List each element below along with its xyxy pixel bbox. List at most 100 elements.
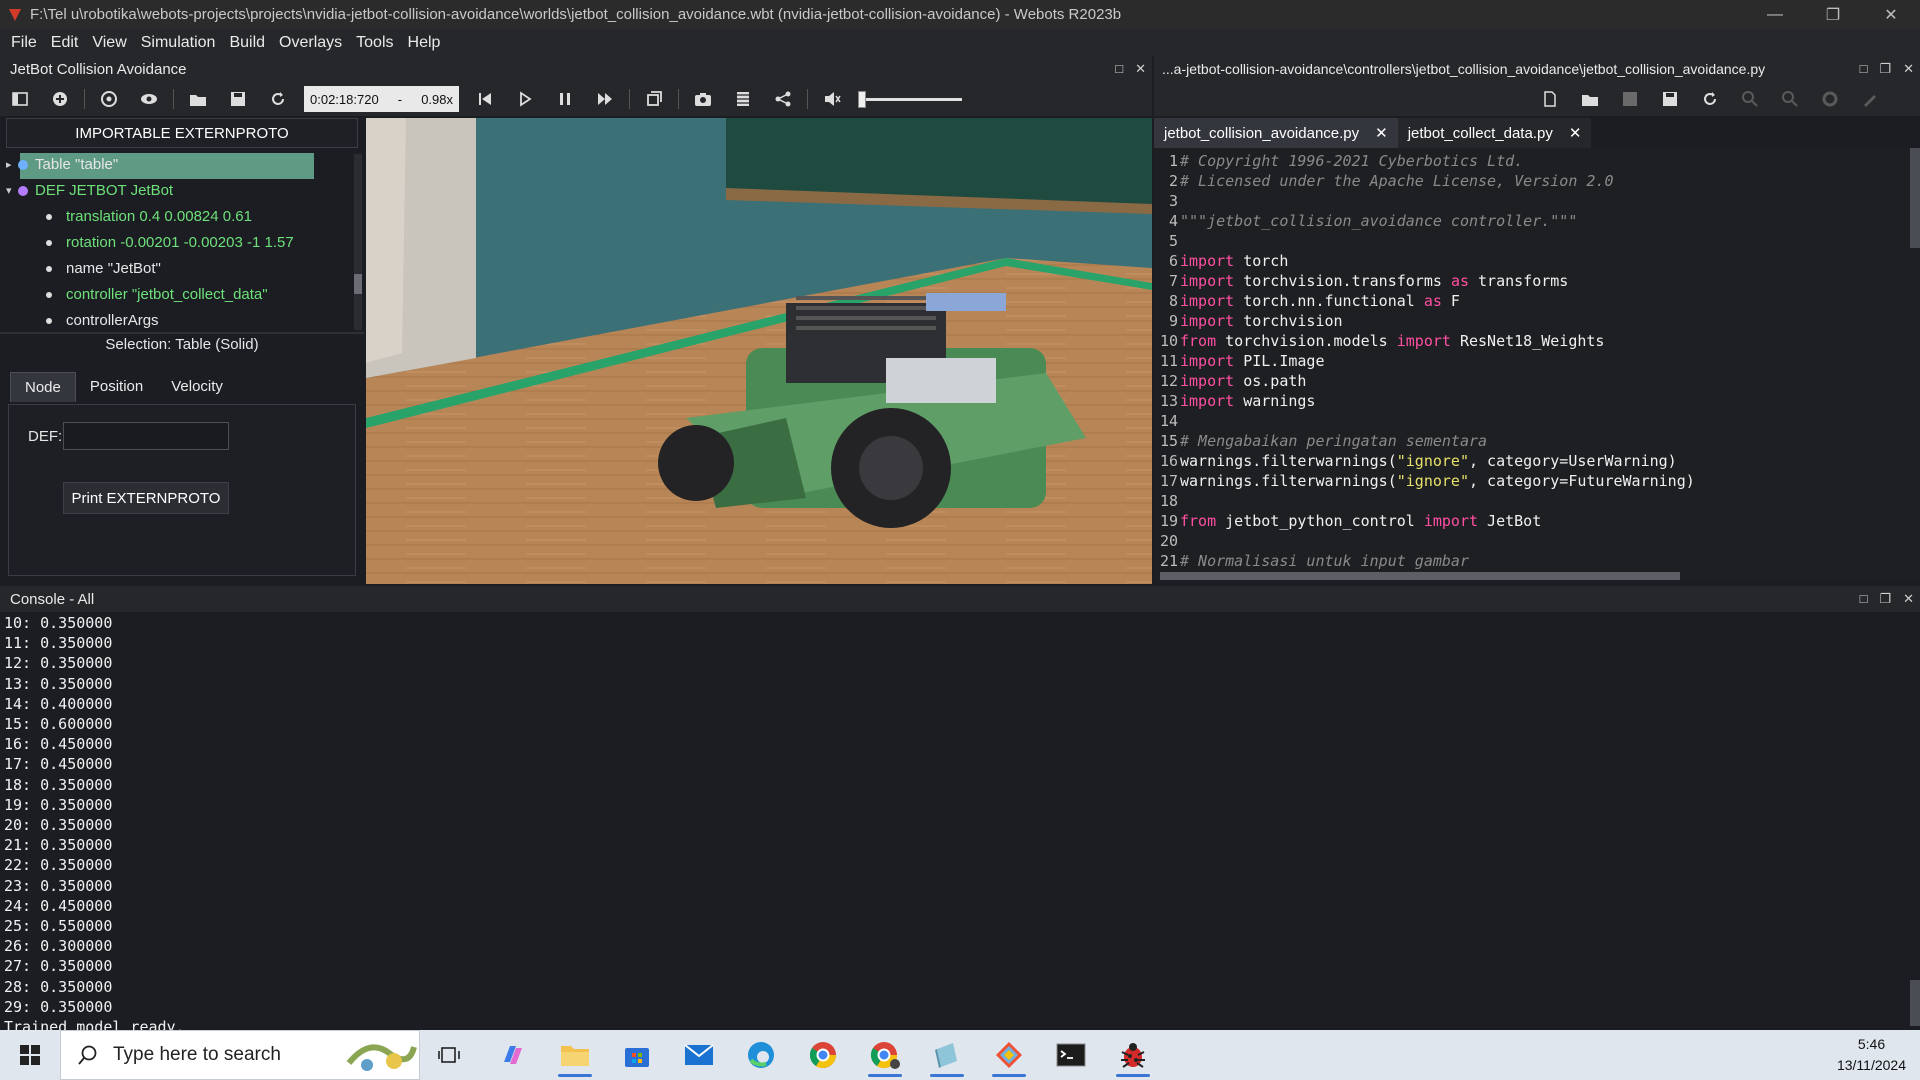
fast-forward-button[interactable]: [592, 86, 618, 112]
tab-node[interactable]: Node: [10, 372, 76, 402]
add-node-button[interactable]: [47, 86, 73, 112]
tab-velocity[interactable]: Velocity: [157, 372, 237, 402]
notepad-icon[interactable]: [922, 1035, 972, 1077]
menu-simulation[interactable]: Simulation: [134, 34, 223, 52]
webots-icon[interactable]: [1108, 1035, 1158, 1077]
console-output[interactable]: 10: 0.350000 11: 0.350000 12: 0.350000 13: …: [0, 612, 1920, 1036]
volume-slider-handle[interactable]: [858, 91, 866, 108]
pause-button[interactable]: [552, 86, 578, 112]
minimize-button[interactable]: —: [1746, 0, 1804, 29]
menu-edit[interactable]: Edit: [44, 34, 86, 52]
share-button[interactable]: [770, 86, 796, 112]
field-bullet-icon: [46, 265, 52, 272]
simulation-toolbar: 0:02:18:720 - 0.98x: [0, 82, 1152, 116]
close-tab-icon[interactable]: ✕: [1375, 124, 1388, 142]
3d-viewport[interactable]: [366, 118, 1152, 584]
field-translation[interactable]: translation 0.4 0.00824 0.61: [46, 208, 252, 225]
def-input[interactable]: [63, 422, 229, 450]
importable-externproto-button[interactable]: IMPORTABLE EXTERNPROTO: [6, 118, 358, 148]
tab-jetbot-collision-avoidance[interactable]: jetbot_collision_avoidance.py ✕: [1154, 118, 1398, 148]
start-button[interactable]: [0, 1030, 60, 1080]
replace-icon[interactable]: [1777, 86, 1803, 112]
file-explorer-icon[interactable]: [550, 1035, 600, 1077]
toggle-scene-tree-button[interactable]: [7, 86, 33, 112]
console-restore-icon[interactable]: ❐: [1879, 591, 1891, 607]
field-label: name "JetBot": [66, 260, 161, 277]
code-editor[interactable]: 1 # Copyright 1996-2021 Cyberbotics Ltd. 2…: [1154, 148, 1920, 582]
editor-horizontal-scrollbar[interactable]: [1160, 572, 1680, 580]
close-tab-icon[interactable]: ✕: [1569, 124, 1582, 142]
save-world-button[interactable]: [225, 86, 251, 112]
reload-world-button[interactable]: [265, 86, 291, 112]
menu-help[interactable]: Help: [401, 34, 448, 52]
rendering-toggle-button[interactable]: [641, 86, 667, 112]
restore-button[interactable]: ❐: [1804, 0, 1862, 29]
edge-icon[interactable]: [736, 1035, 786, 1075]
field-rotation[interactable]: rotation -0.00201 -0.00203 -1 1.57: [46, 234, 294, 251]
revert-icon[interactable]: [1697, 86, 1723, 112]
clean-icon[interactable]: [1857, 86, 1883, 112]
tree-node-table[interactable]: ▸ Table "table": [6, 156, 118, 173]
field-name[interactable]: name "JetBot": [46, 260, 161, 277]
save-disabled-icon[interactable]: [1617, 86, 1643, 112]
menu-file[interactable]: File: [4, 34, 44, 52]
editor-vertical-scrollbar[interactable]: [1910, 148, 1920, 248]
collapse-arrow-icon[interactable]: ▾: [6, 184, 18, 197]
code-line: 15 # Mengabaikan peringatan sementara: [1154, 432, 1487, 452]
title-bar: F:\Tel u\robotika\webots-projects\projec…: [0, 0, 1920, 29]
editor-restore-icon[interactable]: ❐: [1879, 61, 1891, 77]
code-line: 4 """jetbot_collision_avoidance controlle…: [1154, 212, 1577, 232]
console-line: 25: 0.550000: [4, 917, 113, 935]
git-icon[interactable]: [984, 1035, 1034, 1077]
code-text: import PIL.Image: [1180, 352, 1325, 370]
screenshot-button[interactable]: [690, 86, 716, 112]
tree-scrollbar[interactable]: [354, 154, 362, 330]
chrome-profile-icon[interactable]: [860, 1035, 910, 1077]
copilot-icon[interactable]: [488, 1035, 538, 1075]
tree-node-jetbot[interactable]: ▾ DEF JETBOT JetBot: [6, 182, 173, 199]
open-world-button[interactable]: [185, 86, 211, 112]
editor-float-icon[interactable]: □: [1860, 61, 1868, 77]
console-float-icon[interactable]: □: [1860, 591, 1868, 607]
taskbar-search-box[interactable]: Type here to search: [60, 1030, 420, 1080]
system-clock[interactable]: 5:46 13/11/2024: [1837, 1034, 1906, 1076]
scene-float-icon[interactable]: □: [1115, 61, 1123, 77]
tab-jetbot-collect-data[interactable]: jetbot_collect_data.py ✕: [1397, 118, 1592, 148]
menu-overlays[interactable]: Overlays: [272, 34, 349, 52]
field-controller-args[interactable]: controllerArgs: [46, 312, 159, 329]
menu-build[interactable]: Build: [222, 34, 272, 52]
print-externproto-button[interactable]: Print EXTERNPROTO: [63, 482, 229, 514]
build-icon[interactable]: [1817, 86, 1843, 112]
step-button[interactable]: [512, 86, 538, 112]
scene-close-icon[interactable]: ✕: [1135, 61, 1146, 77]
mail-icon[interactable]: [674, 1035, 724, 1075]
find-icon[interactable]: [1737, 86, 1763, 112]
new-file-icon[interactable]: [1537, 86, 1563, 112]
expand-arrow-icon[interactable]: ▸: [6, 158, 18, 171]
code-line: 6 import torch: [1154, 252, 1288, 272]
code-line: 5: [1154, 232, 1180, 252]
record-movie-button[interactable]: [730, 86, 756, 112]
field-controller[interactable]: controller "jetbot_collect_data": [46, 286, 268, 303]
menu-tools[interactable]: Tools: [349, 34, 400, 52]
toolbar-separator: [807, 89, 808, 109]
mute-sound-icon[interactable]: [819, 86, 845, 112]
console-close-icon[interactable]: ✕: [1903, 591, 1914, 607]
editor-close-icon[interactable]: ✕: [1903, 61, 1914, 77]
save-as-icon[interactable]: [1657, 86, 1683, 112]
microsoft-store-icon[interactable]: [612, 1035, 662, 1075]
console-line: 20: 0.350000: [4, 816, 113, 834]
terminal-icon[interactable]: [1046, 1035, 1096, 1075]
open-file-icon[interactable]: [1577, 86, 1603, 112]
task-view-icon[interactable]: [424, 1035, 474, 1075]
close-window-button[interactable]: ✕: [1862, 0, 1920, 29]
reset-simulation-button[interactable]: [472, 86, 498, 112]
console-scrollbar[interactable]: [1910, 980, 1920, 1026]
view-eye-button[interactable]: [136, 86, 162, 112]
volume-slider[interactable]: [858, 89, 962, 109]
tab-position[interactable]: Position: [76, 372, 157, 402]
chrome-icon[interactable]: [798, 1035, 848, 1075]
reset-viewpoint-button[interactable]: [96, 86, 122, 112]
menu-view[interactable]: View: [85, 34, 133, 52]
console-line: 19: 0.350000: [4, 795, 113, 814]
